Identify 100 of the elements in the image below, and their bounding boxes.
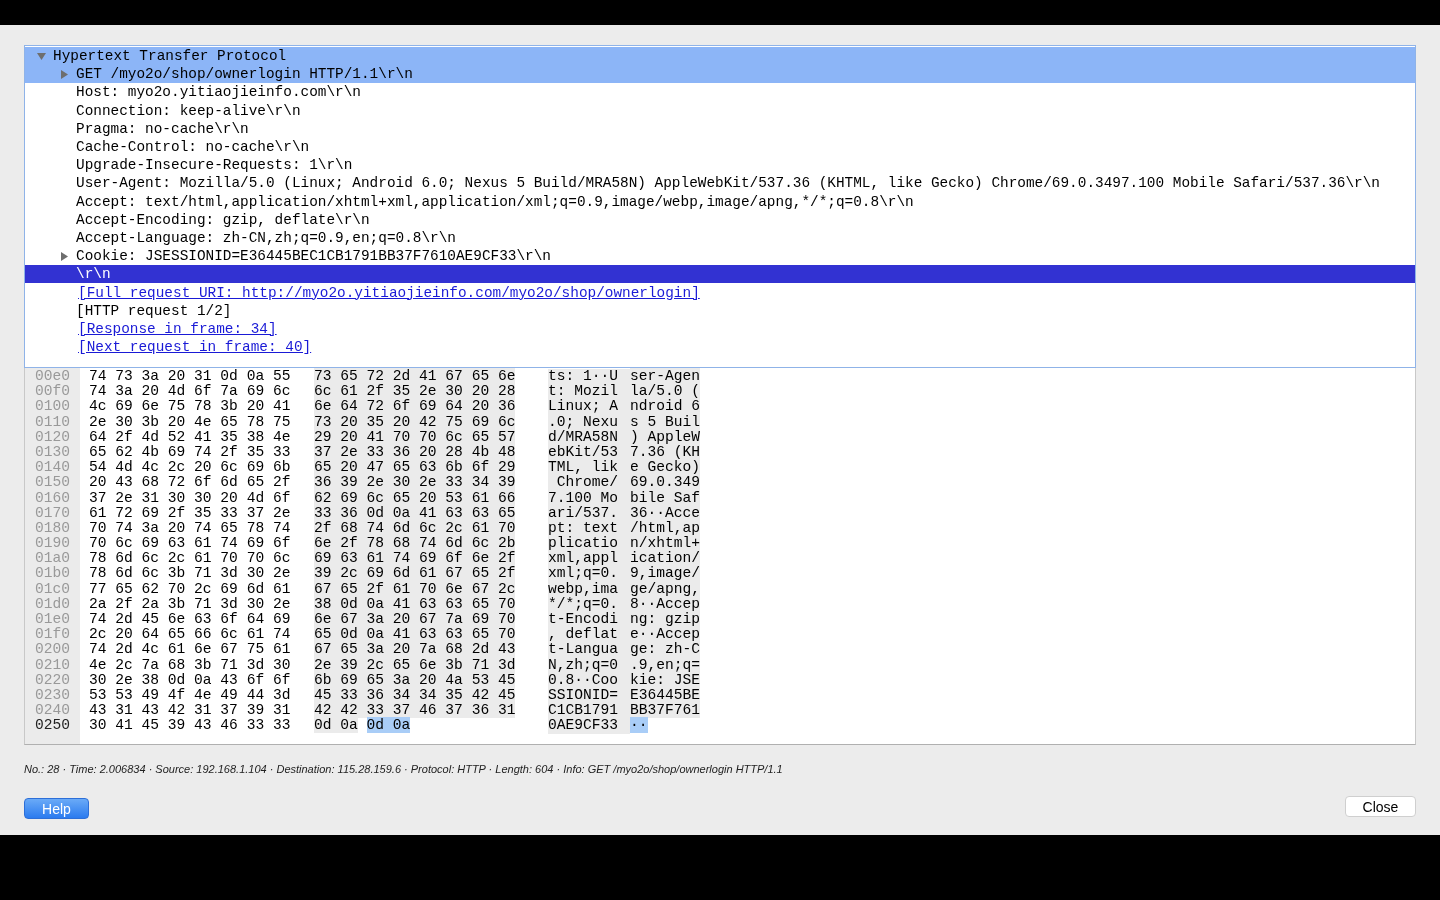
hex-bytes: 6e 64 72 6f 69 64 20 36 — [314, 398, 516, 415]
tree-row[interactable]: Accept: text/html,application/xhtml+xml,application/xml;q=0.9,image/webp,image/apng,*/*;q=0.8\r\n — [25, 192, 1415, 211]
byte-offset: 0190 — [34, 536, 72, 552]
ascii-text: 8··Accep — [630, 595, 701, 612]
tree-link[interactable]: [Next request in frame: 40] — [78, 338, 312, 357]
tree-row[interactable]: [Next request in frame: 40] — [25, 338, 1415, 357]
byte-offset: 0210 — [34, 657, 72, 673]
ascii-text: ication/ — [630, 550, 701, 567]
hex-bytes: 6e 67 3a 20 67 7a 69 70 — [314, 611, 516, 627]
byte-offset: 0130 — [34, 444, 72, 461]
hex-bytes: 78 6d 6c 3b 71 3d 30 2e — [89, 566, 292, 582]
ascii-text: Chrome/ — [548, 475, 630, 491]
ascii-text: e··Accep — [630, 626, 701, 643]
close-button[interactable]: Close — [1345, 796, 1416, 817]
tree-row[interactable]: [Response in frame: 34] — [25, 319, 1415, 338]
tree-row[interactable]: Upgrade-Insecure-Requests: 1\r\n — [25, 156, 1415, 175]
byte-offset: 01b0 — [34, 566, 72, 582]
byte-offset: 0230 — [34, 687, 72, 704]
collapse-triangle-icon[interactable] — [37, 51, 46, 61]
hex-bytes: 39 2c 69 6d 61 67 65 2f — [314, 565, 516, 582]
tree-row[interactable]: [HTTP request 1/2] — [25, 301, 1415, 320]
ascii-text: 0AE9CF33 — [548, 718, 630, 734]
hex-bytes: 42 42 33 37 46 37 36 31 — [314, 702, 516, 719]
byte-offset: 0220 — [34, 672, 72, 688]
ascii-text: e Gecko) — [630, 459, 701, 476]
hex-bytes: 36 39 2e 30 2e 33 34 39 — [314, 474, 516, 491]
ascii-text: ng: gzip — [630, 611, 701, 627]
selected-ascii-text: ·· — [630, 717, 648, 734]
hex-bytes: 69 63 61 74 69 6f 6e 2f — [314, 550, 516, 567]
ascii-text: t-Encodi — [548, 612, 630, 628]
byte-offset: 0140 — [34, 460, 72, 476]
expand-triangle-icon[interactable] — [60, 251, 69, 261]
byte-offset: 0110 — [34, 414, 72, 430]
ascii-text: 69.0.349 — [630, 474, 701, 491]
hex-bytes: 37 2e 31 30 30 20 4d 6f — [89, 490, 292, 506]
hex-bytes: 77 65 62 70 2c 69 6d 61 — [89, 581, 292, 597]
tree-field: Connection: keep-alive\r\n — [76, 101, 301, 120]
tree-row[interactable]: \r\n — [25, 265, 1415, 284]
hex-bytes: 74 2d 4c 61 6e 67 75 61 — [89, 642, 292, 658]
hex-bytes: 4c 69 6e 75 78 3b 20 41 — [89, 399, 292, 415]
tree-row[interactable]: Pragma: no-cache\r\n — [25, 119, 1415, 138]
hex-bytes: 78 6d 6c 2c 61 70 70 6c — [89, 551, 292, 567]
tree-row[interactable]: Accept-Encoding: gzip, deflate\r\n — [25, 210, 1415, 229]
tree-field: Accept: text/html,application/xhtml+xml,application/xml;q=0.9,image/webp,image/apng,*/*;q=0.8\r\n — [76, 192, 914, 211]
ascii-text: t: Mozil — [548, 384, 630, 400]
tree-field: Accept-Language: zh-CN,zh;q=0.9,en;q=0.8\r\n — [76, 228, 456, 247]
ascii-text: TML, lik — [548, 460, 630, 476]
tree-row[interactable]: GET /myo2o/shop/ownerlogin HTTP/1.1\r\n — [25, 65, 1415, 84]
hex-bytes: 2a 2f 2a 3b 71 3d 30 2e — [89, 596, 292, 612]
tree-row[interactable]: Connection: keep-alive\r\n — [25, 101, 1415, 120]
tree-link[interactable]: [Full request URI: http://myo2o.yitiaojieinfo.com/myo2o/shop/ownerlogin] — [78, 283, 700, 302]
tree-field: \r\n — [76, 265, 111, 284]
hex-bytes: 2e 30 3b 20 4e 65 78 75 — [89, 414, 292, 430]
byte-offset: 0250 — [34, 718, 72, 734]
tree-field: Upgrade-Insecure-Requests: 1\r\n — [76, 156, 353, 175]
expand-triangle-icon[interactable] — [60, 69, 69, 79]
byte-offset: 01d0 — [34, 596, 72, 612]
selected-hex-bytes: 0d 0a — [366, 717, 411, 734]
hex-bytes: 70 6c 69 63 61 74 69 6f — [89, 536, 292, 552]
hex-bytes: 54 4d 4c 2c 20 6c 69 6b — [89, 460, 292, 476]
ascii-text: ge: zh-C — [630, 641, 701, 658]
tree-row[interactable]: Hypertext Transfer Protocol — [25, 47, 1415, 66]
hex-bytes: 64 2f 4d 52 41 35 38 4e — [89, 429, 292, 445]
hex-bytes: 73 65 72 2d 41 67 65 6e — [314, 368, 516, 384]
tree-field: [HTTP request 1/2] — [76, 301, 232, 320]
byte-offset: 00f0 — [34, 384, 72, 400]
tree-row[interactable]: Accept-Language: zh-CN,zh;q=0.9,en;q=0.8\r\n — [25, 228, 1415, 248]
ascii-text: ser-Agen — [630, 368, 701, 384]
byte-offset: 01e0 — [34, 612, 72, 627]
tree-field: Accept-Encoding: gzip, deflate\r\n — [76, 210, 370, 229]
byte-offset: 0120 — [34, 429, 72, 445]
hex-bytes: 67 65 3a 20 7a 68 2d 43 — [314, 641, 516, 658]
byte-offset: 0100 — [34, 399, 72, 415]
hex-bytes: 70 74 3a 20 74 65 78 74 — [89, 520, 292, 536]
ascii-text: xml;q=0. — [548, 566, 630, 582]
hex-bytes: 4e 2c 7a 68 3b 71 3d 30 — [89, 657, 292, 673]
hex-bytes: 74 3a 20 4d 6f 7a 69 6c — [89, 384, 292, 400]
hex-bytes: 20 43 68 72 6f 6d 65 2f — [89, 475, 292, 491]
tree-field: Hypertext Transfer Protocol — [53, 47, 287, 66]
ascii-text: n/xhtml+ — [630, 535, 701, 552]
ascii-text: BB37F761 — [630, 702, 701, 719]
ascii-text: C1CB1791 — [548, 703, 630, 719]
hex-bytes: 30 2e 38 0d 0a 43 6f 6f — [89, 672, 292, 688]
hex-bytes: 61 72 69 2f 35 33 37 2e — [89, 505, 292, 521]
hex-bytes: 6c 61 2f 35 2e 30 20 28 — [314, 383, 516, 400]
tree-row[interactable]: [Full request URI: http://myo2o.yitiaojieinfo.com/myo2o/shop/ownerlogin] — [25, 283, 1415, 302]
tree-field: GET /myo2o/shop/ownerlogin HTTP/1.1\r\n — [76, 65, 413, 84]
byte-offset: 0180 — [34, 520, 72, 537]
ascii-text: la/5.0 ( — [630, 383, 701, 400]
packet-summary: No.: 28 · Time: 2.006834 · Source: 192.168.1.104 · Destination: 115.28.159.6 · Protocol: HTTP · Length: 604 · Info: GET /myo2o/shop/ownerlogin HTTP/1.1 — [24, 763, 784, 775]
tree-row[interactable]: Host: myo2o.yitiaojieinfo.com\r\n — [25, 83, 1415, 102]
tree-link[interactable]: [Response in frame: 34] — [78, 319, 277, 338]
tree-row[interactable]: Cache-Control: no-cache\r\n — [25, 137, 1415, 157]
ascii-text: 9,image/ — [630, 565, 701, 582]
tree-field: Cache-Control: no-cache\r\n — [76, 138, 310, 157]
hex-bytes: 6e 2f 78 68 74 6d 6c 2b — [314, 535, 516, 552]
hex-bytes: 30 41 45 39 43 46 33 33 — [89, 718, 292, 734]
tree-row[interactable]: Cookie: JSESSIONID=E36445BEC1CB1791BB37F7610AE9CF33\r\n — [25, 247, 1415, 266]
byte-offset: 0150 — [34, 475, 72, 491]
hex-bytes: 74 2d 45 6e 63 6f 64 69 — [89, 612, 292, 628]
